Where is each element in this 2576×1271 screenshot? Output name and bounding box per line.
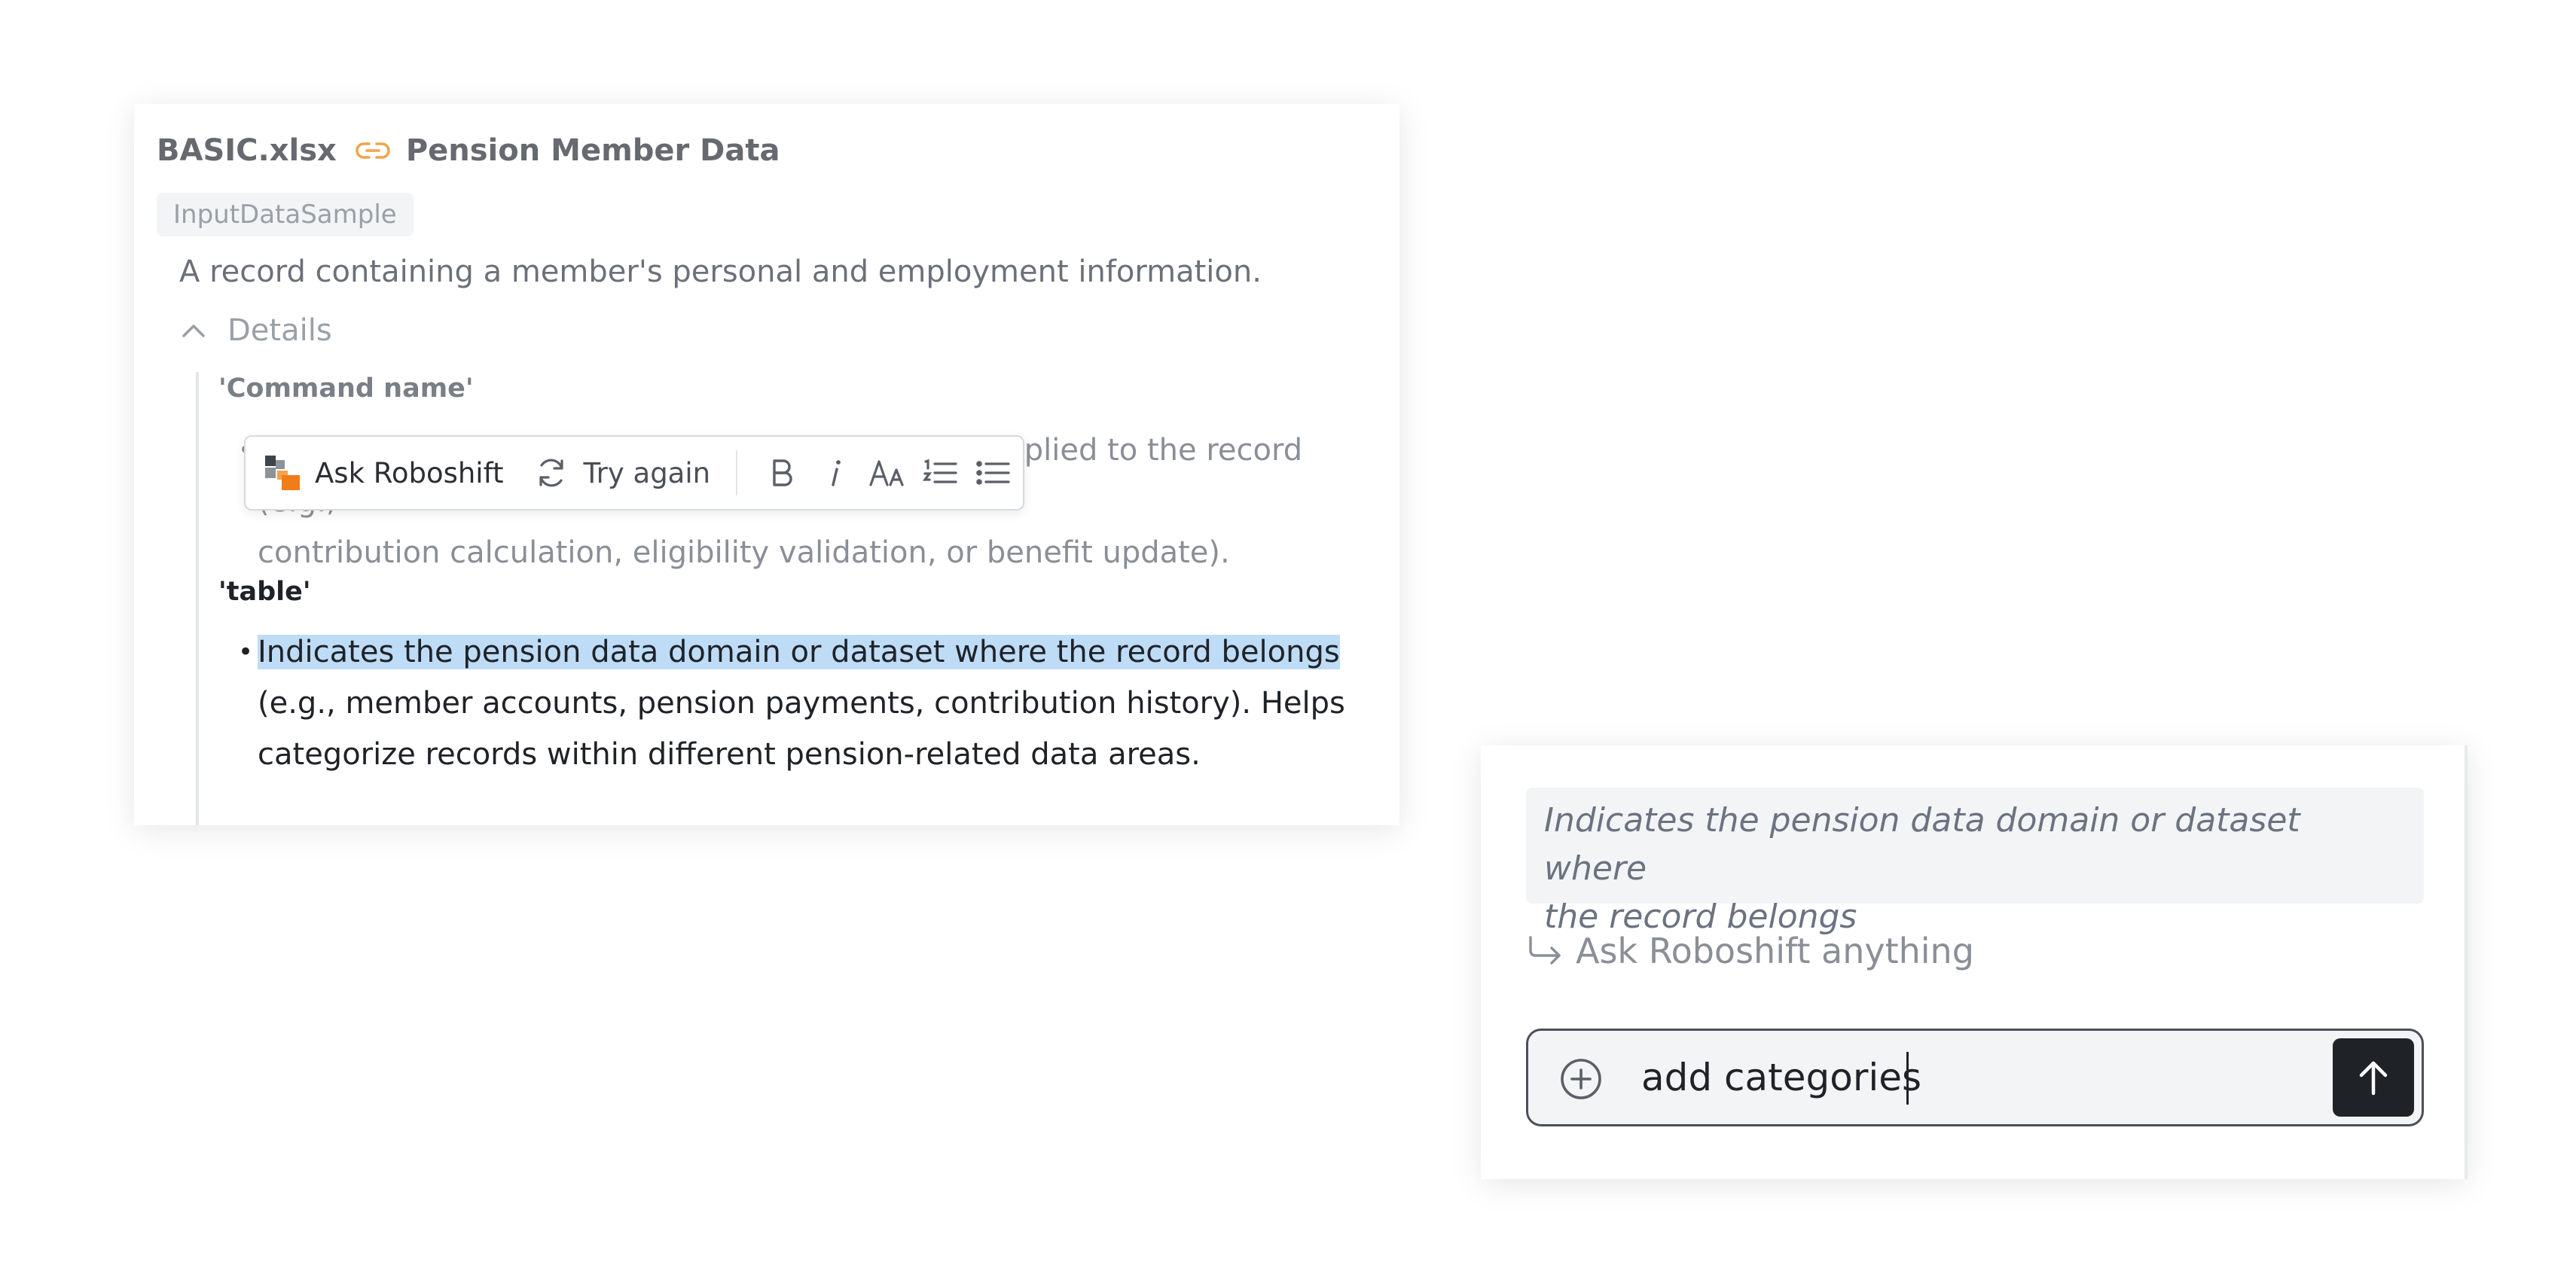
chevron-up-icon <box>182 325 205 337</box>
details-toggle[interactable]: Details <box>181 313 332 348</box>
record-description: A record containing a member's personal … <box>179 255 1262 289</box>
bold-icon <box>773 459 792 486</box>
roboshift-logo-icon <box>265 456 300 490</box>
try-again-button[interactable]: Try again <box>535 437 710 509</box>
toolbar-divider <box>736 450 738 495</box>
text-caret <box>1906 1052 1909 1105</box>
ask-anything-row: Ask Roboshift anything <box>1526 931 1974 971</box>
arrow-up-icon <box>2359 1061 2388 1096</box>
italic-button[interactable] <box>808 437 861 509</box>
numbered-list-button[interactable] <box>914 437 966 509</box>
ask-roboshift-button[interactable]: Ask Roboshift <box>265 437 503 509</box>
card-header: BASIC.xlsx Pension Member Data <box>157 131 780 170</box>
link-icon[interactable] <box>355 139 391 163</box>
selection-toolbar: Ask Roboshift Try again <box>244 435 1024 511</box>
file-name[interactable]: BASIC.xlsx <box>157 133 337 168</box>
chat-input-box[interactable] <box>1526 1029 2424 1126</box>
reply-arrow-icon <box>1529 936 1561 965</box>
ask-anything-label: Ask Roboshift anything <box>1576 931 1974 971</box>
bulleted-list-button[interactable] <box>966 437 1019 509</box>
bullet-line: categorize records within different pens… <box>258 737 1201 772</box>
send-button[interactable] <box>2333 1038 2414 1117</box>
refresh-icon <box>539 459 564 487</box>
field-name-table: 'table' <box>218 577 311 607</box>
bullet-line: contribution calculation, eligibility va… <box>258 535 1230 570</box>
selected-text[interactable]: Indicates the pension data domain or dat… <box>258 635 1340 669</box>
details-label: Details <box>227 313 332 348</box>
quoted-line: Indicates the pension data domain or dat… <box>1544 801 2300 888</box>
plus-circle-icon <box>1561 1059 1601 1099</box>
italic-icon <box>832 460 841 486</box>
bold-button[interactable] <box>755 437 808 509</box>
input-data-sample-chip: InputDataSample <box>157 193 414 236</box>
quoted-selection: Indicates the pension data domain or dat… <box>1526 788 2424 936</box>
chat-input[interactable] <box>1641 1046 2304 1109</box>
bullet-dot: • <box>238 637 254 667</box>
field-name-command: 'Command name' <box>218 373 474 404</box>
font-size-button[interactable] <box>861 437 914 509</box>
ask-roboshift-panel: Indicates the pension data domain or dat… <box>1481 745 2468 1179</box>
details-rail <box>196 372 199 825</box>
font-size-icon <box>869 460 904 486</box>
ask-roboshift-label: Ask Roboshift <box>315 456 504 489</box>
add-attachment-button[interactable] <box>1558 1056 1604 1102</box>
numbered-list-icon <box>923 459 957 483</box>
try-again-label: Try again <box>583 456 711 489</box>
dataset-title[interactable]: Pension Member Data <box>406 133 780 168</box>
bulleted-list-icon <box>976 461 1010 485</box>
field-table-bullet[interactable]: • Indicates the pension data domain or d… <box>238 626 1380 780</box>
bullet-line: (e.g., member accounts, pension payments… <box>258 686 1345 721</box>
